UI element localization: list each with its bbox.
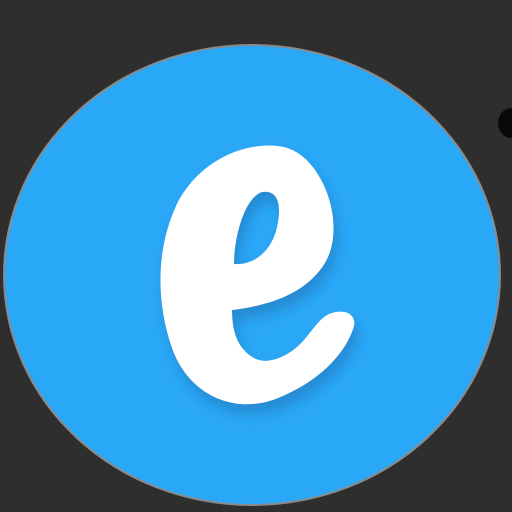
app-icon-canvas (0, 0, 512, 512)
corner-shape (498, 108, 512, 138)
e-letter-shape (160, 145, 355, 405)
e-letter-icon (160, 145, 355, 405)
